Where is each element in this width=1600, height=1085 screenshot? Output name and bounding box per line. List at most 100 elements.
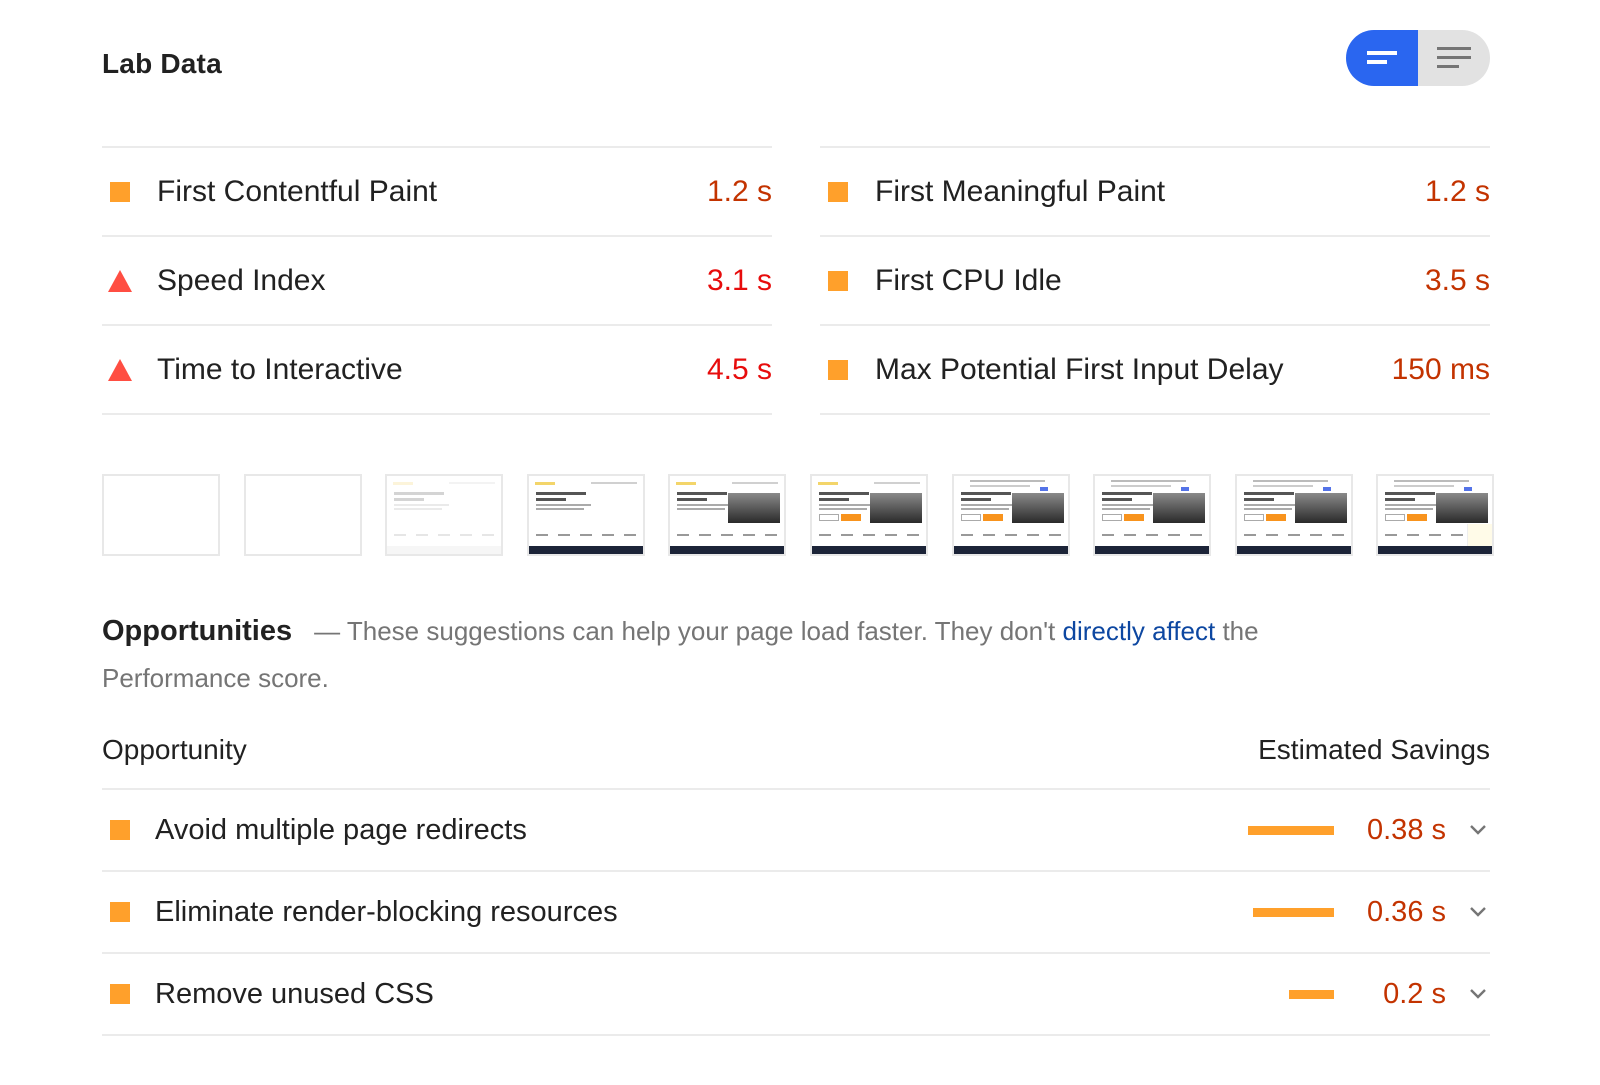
chevron-down-icon[interactable]: [1468, 984, 1488, 1004]
frame-t1: [961, 492, 1011, 495]
frame-nav: [732, 482, 778, 484]
frame-t1: [1244, 492, 1294, 495]
frame-t1: [677, 492, 727, 495]
chevron-down-icon[interactable]: [1468, 902, 1488, 922]
frame-t1: [819, 492, 869, 495]
frame-footer: [1095, 546, 1209, 554]
view-toggle[interactable]: [1346, 30, 1490, 86]
frame-t2: [1102, 498, 1132, 501]
list-view-button[interactable]: [1418, 30, 1490, 86]
filmstrip: [102, 474, 1494, 556]
metric-label: First Meaningful Paint: [875, 174, 1166, 208]
frame-hdr: [535, 482, 555, 485]
chevron-down-icon[interactable]: [1468, 820, 1488, 840]
frame-cookiebtn: [1040, 487, 1048, 491]
frame-btn1: [961, 514, 981, 521]
metric-first-cpu-idle: First CPU Idle 3.5 s: [820, 235, 1490, 324]
frame-footer: [387, 546, 501, 554]
frame-hdr: [818, 482, 838, 485]
frame-t4: [677, 508, 725, 510]
savings-value: 0.38 s: [1367, 813, 1446, 846]
frame-t2: [1244, 498, 1274, 501]
savings-bar: [1289, 989, 1334, 999]
frame-t4: [961, 508, 1009, 510]
filmstrip-frame: [1235, 474, 1353, 556]
metric-max-potential-fid: Max Potential First Input Delay 150 ms: [820, 324, 1490, 415]
frame-btn2: [841, 514, 861, 521]
frame-btn2: [1124, 514, 1144, 521]
frame-t3: [961, 504, 1016, 506]
frame-t1: [536, 492, 586, 495]
frame-t3: [677, 504, 732, 506]
opportunity-label: Eliminate render-blocking resources: [155, 895, 618, 928]
frame-cookiebtn: [1323, 487, 1331, 491]
directly-affect-link[interactable]: directly affect: [1063, 616, 1216, 646]
orange-square-icon: [827, 181, 849, 203]
frame-hdr: [393, 482, 413, 485]
frame-video: [1436, 493, 1488, 523]
opportunity-row[interactable]: Remove unused CSS 0.2 s: [102, 952, 1490, 1036]
savings-value: 0.36 s: [1367, 895, 1446, 928]
opportunity-row[interactable]: Eliminate render-blocking resources 0.36…: [102, 870, 1490, 952]
frame-logos: [1244, 534, 1344, 536]
opportunity-label: Avoid multiple page redirects: [155, 813, 527, 846]
frame-footer: [1378, 546, 1492, 554]
filmstrip-frame: [810, 474, 928, 556]
column-opportunity: Opportunity: [102, 734, 247, 765]
savings-bar: [1248, 825, 1334, 835]
frame-btn1: [1244, 514, 1264, 521]
metric-value: 1.2 s: [1424, 174, 1490, 208]
opportunity-label: Remove unused CSS: [155, 977, 434, 1010]
lab-data-title: Lab Data: [102, 48, 222, 79]
frame-t2: [1385, 498, 1415, 501]
metric-label: Max Potential First Input Delay: [875, 352, 1284, 386]
red-triangle-icon: [108, 358, 132, 381]
metrics-grid: First Contentful Paint 1.2 s Speed Index…: [102, 146, 1490, 415]
frame-btn2: [983, 514, 1003, 521]
frame-nav: [449, 482, 495, 484]
frame-cookiebtn: [1181, 487, 1189, 491]
metric-label: Time to Interactive: [157, 352, 403, 386]
frame-btn1: [819, 514, 839, 521]
frame-t1: [1385, 492, 1435, 495]
opportunity-row[interactable]: Avoid multiple page redirects 0.38 s: [102, 788, 1490, 870]
opportunities-list: Avoid multiple page redirects 0.38 s Eli…: [102, 788, 1490, 1036]
metric-speed-index: Speed Index 3.1 s: [102, 235, 772, 324]
frame-cookie: [1394, 480, 1469, 482]
frame-t2: [394, 498, 424, 501]
summary-view-button[interactable]: [1346, 30, 1418, 86]
opportunities-title: Opportunities: [102, 615, 293, 647]
frame-t1: [1102, 492, 1152, 495]
frame-footer: [529, 546, 643, 554]
frame-t4: [536, 508, 584, 510]
filmstrip-frame: [668, 474, 786, 556]
filmstrip-frame: [527, 474, 645, 556]
frame-cookie: [970, 480, 1045, 482]
orange-square-icon: [827, 270, 849, 292]
metric-first-contentful-paint: First Contentful Paint 1.2 s: [102, 146, 772, 235]
frame-video: [1153, 493, 1205, 523]
frame-t3: [536, 504, 591, 506]
filmstrip-frame: [952, 474, 1070, 556]
filmstrip-frame: [385, 474, 503, 556]
frame-logos: [819, 534, 919, 536]
lab-data-header: Lab Data: [102, 30, 1490, 86]
frame-footer: [954, 546, 1068, 554]
metric-label: First Contentful Paint: [157, 174, 438, 208]
metric-time-to-interactive: Time to Interactive 4.5 s: [102, 324, 772, 415]
frame-hdr: [676, 482, 696, 485]
orange-square-icon: [109, 819, 131, 841]
frame-t3: [394, 504, 449, 506]
metric-first-meaningful-paint: First Meaningful Paint 1.2 s: [820, 146, 1490, 235]
filmstrip-frame: [102, 474, 220, 556]
frame-logos: [394, 534, 494, 536]
frame-video: [728, 493, 780, 523]
metrics-column-left: First Contentful Paint 1.2 s Speed Index…: [102, 146, 772, 415]
list-lines-icon: [1437, 47, 1471, 68]
frame-t4: [1385, 508, 1433, 510]
metric-label: First CPU Idle: [875, 263, 1062, 297]
frame-t3: [1385, 504, 1440, 506]
frame-t4: [394, 508, 442, 510]
savings-bar: [1253, 907, 1334, 917]
frame-t4: [1244, 508, 1292, 510]
